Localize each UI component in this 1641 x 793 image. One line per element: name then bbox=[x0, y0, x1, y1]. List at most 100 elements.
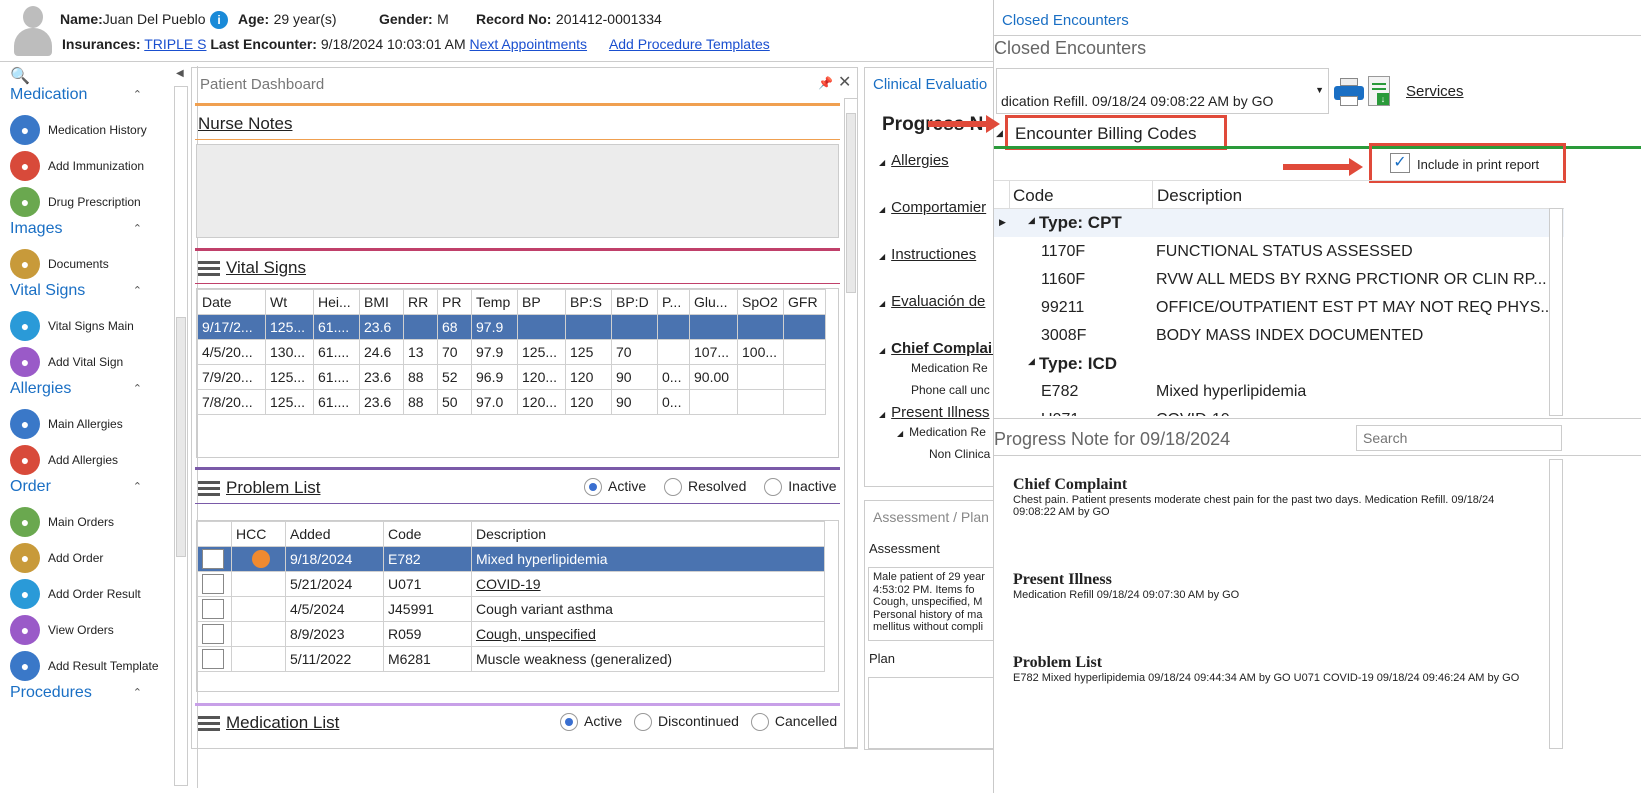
discontinued-radio[interactable] bbox=[634, 713, 653, 732]
notes-scrollbar[interactable] bbox=[1549, 459, 1563, 749]
cancelled-radio[interactable] bbox=[750, 713, 769, 732]
chevron-up-icon[interactable]: ⌃ bbox=[133, 480, 142, 493]
sidebar-section-images[interactable]: Images ⌃ bbox=[4, 220, 172, 246]
collapse-sidebar-icon[interactable]: ◀ bbox=[176, 68, 184, 79]
table-row[interactable]: 99211 OFFICE/OUTPATIENT EST PT MAY NOT RE… bbox=[994, 294, 1564, 322]
chevron-up-icon[interactable]: ⌃ bbox=[133, 222, 142, 235]
plan-box[interactable] bbox=[868, 677, 998, 749]
search-field[interactable] bbox=[1361, 427, 1557, 449]
present-sub-item[interactable]: ◢ Medication Re bbox=[879, 421, 998, 443]
clinical-section[interactable]: ◢ Allergies bbox=[879, 152, 998, 199]
table-row[interactable]: E782 Mixed hyperlipidemia bbox=[994, 378, 1564, 406]
row-checkbox[interactable] bbox=[197, 546, 232, 572]
chevron-up-icon[interactable]: ⌃ bbox=[133, 284, 142, 297]
vitals-column-header[interactable]: BP:S bbox=[565, 289, 612, 315]
sidebar-section-allergies[interactable]: Allergies ⌃ bbox=[4, 380, 172, 406]
close-icon[interactable]: ✕ bbox=[838, 72, 851, 92]
vitals-column-header[interactable]: Temp bbox=[471, 289, 518, 315]
vitals-column-header[interactable]: RR bbox=[403, 289, 438, 315]
vitals-column-header[interactable]: BP bbox=[517, 289, 566, 315]
sidebar-section-order[interactable]: Order ⌃ bbox=[4, 478, 172, 504]
vitals-column-header[interactable]: Hei... bbox=[313, 289, 360, 315]
description-column-header[interactable]: Description bbox=[1157, 186, 1242, 206]
inactive-radio[interactable] bbox=[764, 478, 783, 497]
chief-complaint-section[interactable]: ◢ Chief Complain bbox=[879, 340, 998, 357]
clinical-section[interactable]: ◢ Comportamier bbox=[879, 199, 998, 246]
sidebar-item-add-vital-sign[interactable]: ● Add Vital Sign bbox=[4, 344, 172, 380]
sidebar-scrollbar[interactable] bbox=[174, 86, 188, 786]
problem-column-header[interactable]: Added bbox=[285, 521, 384, 547]
table-row[interactable]: 3008F BODY MASS INDEX DOCUMENTED bbox=[994, 322, 1564, 350]
problem-column-header[interactable]: Description bbox=[471, 521, 825, 547]
vitals-column-header[interactable]: P... bbox=[657, 289, 690, 315]
table-row[interactable]: 4/5/20... 130... 61.... 24.6 13 70 97.9 125... 1… bbox=[197, 339, 826, 365]
expand-billing-icon[interactable]: ◢ bbox=[996, 128, 1003, 139]
sidebar-item-vital-signs-main[interactable]: ● Vital Signs Main bbox=[4, 308, 172, 344]
row-checkbox[interactable] bbox=[197, 621, 232, 647]
active-radio[interactable] bbox=[584, 478, 602, 497]
sidebar-item-add-order-result[interactable]: ● Add Order Result bbox=[4, 576, 172, 612]
table-row[interactable]: 8/9/2023 R059 Cough, unspecified bbox=[197, 621, 825, 647]
vitals-column-header[interactable]: BP:D bbox=[611, 289, 658, 315]
problem-column-header[interactable]: Code bbox=[383, 521, 472, 547]
table-row[interactable]: 1170F FUNCTIONAL STATUS ASSESSED bbox=[994, 238, 1564, 266]
sidebar-item-add-immunization[interactable]: ● Add Immunization bbox=[4, 148, 172, 184]
vitals-column-header[interactable]: GFR bbox=[783, 289, 826, 315]
vitals-column-header[interactable]: Glu... bbox=[689, 289, 738, 315]
sidebar-item-view-orders[interactable]: ● View Orders bbox=[4, 612, 172, 648]
sidebar-item-main-orders[interactable]: ● Main Orders bbox=[4, 504, 172, 540]
collapse-cpt-icon[interactable]: ◢ bbox=[1028, 215, 1035, 226]
sidebar-item-add-order[interactable]: ● Add Order bbox=[4, 540, 172, 576]
export-document-icon[interactable]: ↓ bbox=[1368, 76, 1390, 106]
info-icon[interactable]: i bbox=[210, 11, 228, 29]
present-illness-section[interactable]: ◢ Present Illness bbox=[879, 404, 998, 421]
table-row[interactable]: U071 COVID-19 bbox=[994, 406, 1564, 416]
vitals-column-header[interactable]: BMI bbox=[359, 289, 404, 315]
insurance-link[interactable]: TRIPLE S bbox=[144, 36, 206, 52]
table-row[interactable]: 7/9/20... 125... 61.... 23.6 88 52 96.9 120... 1… bbox=[197, 364, 826, 390]
clinical-section[interactable]: ◢ Instructiones bbox=[879, 246, 998, 293]
row-checkbox[interactable] bbox=[197, 646, 232, 672]
dashboard-scrollbar[interactable] bbox=[844, 98, 858, 748]
chevron-up-icon[interactable]: ⌃ bbox=[133, 382, 142, 395]
assessment-text[interactable]: Male patient of 29 year 4:53:02 PM. Items… bbox=[868, 567, 998, 641]
sidebar-item-medication-history[interactable]: ● Medication History bbox=[4, 112, 172, 148]
sidebar-item-documents[interactable]: ● Documents bbox=[4, 246, 172, 282]
table-row[interactable]: 9/17/2... 125... 61.... 23.6 68 97.9 bbox=[197, 314, 826, 340]
problem-column-header[interactable]: HCC bbox=[231, 521, 286, 547]
chevron-up-icon[interactable]: ⌃ bbox=[133, 88, 142, 101]
problem-list-menu-icon[interactable] bbox=[198, 480, 220, 497]
include-print-checkbox[interactable]: ✓ bbox=[1390, 153, 1410, 173]
vitals-column-header[interactable]: Wt bbox=[265, 289, 314, 315]
add-procedure-templates-link[interactable]: Add Procedure Templates bbox=[609, 36, 770, 52]
table-row[interactable]: 5/11/2022 M6281 Muscle weakness (generaliz… bbox=[197, 646, 825, 672]
sidebar-section-medication[interactable]: Medication ⌃ bbox=[4, 86, 172, 112]
row-checkbox[interactable] bbox=[197, 596, 232, 622]
pin-icon[interactable]: 📌 bbox=[818, 76, 833, 90]
next-appointments-link[interactable]: Next Appointments bbox=[470, 36, 588, 52]
sidebar-item-main-allergies[interactable]: ● Main Allergies bbox=[4, 406, 172, 442]
nurse-notes-box[interactable] bbox=[196, 144, 839, 238]
sidebar-item-drug-prescription[interactable]: ● Drug Prescription bbox=[4, 184, 172, 220]
row-checkbox[interactable] bbox=[197, 571, 232, 597]
vitals-column-header[interactable]: SpO2 bbox=[737, 289, 784, 315]
closed-encounters-tab[interactable]: Closed Encounters bbox=[1002, 12, 1129, 29]
chief-sub-item[interactable]: Medication Re bbox=[879, 357, 998, 379]
table-row[interactable]: 5/21/2024 U071 COVID-19 bbox=[197, 571, 825, 597]
table-row[interactable]: 9/18/2024 E782 Mixed hyperlipidemia bbox=[197, 546, 825, 572]
resolved-radio[interactable] bbox=[664, 478, 683, 497]
billing-scrollbar[interactable] bbox=[1549, 208, 1563, 416]
sidebar-section-vital-signs[interactable]: Vital Signs ⌃ bbox=[4, 282, 172, 308]
chief-sub-item[interactable]: Phone call unc bbox=[879, 379, 998, 401]
chevron-up-icon[interactable]: ⌃ bbox=[133, 686, 142, 699]
table-row[interactable]: 7/8/20... 125... 61.... 23.6 88 50 97.0 120... 1… bbox=[197, 389, 826, 415]
clinical-section[interactable]: ◢ Evaluación de bbox=[879, 293, 998, 340]
services-link[interactable]: Services bbox=[1406, 83, 1464, 100]
vitals-column-header[interactable]: Date bbox=[197, 289, 266, 315]
search-input[interactable] bbox=[1356, 425, 1562, 451]
table-row[interactable]: 4/5/2024 J45991 Cough variant asthma bbox=[197, 596, 825, 622]
sidebar-section-procedures[interactable]: Procedures ⌃ bbox=[4, 684, 172, 710]
vitals-column-header[interactable]: PR bbox=[437, 289, 472, 315]
medication-list-menu-icon[interactable] bbox=[198, 715, 220, 732]
sidebar-item-add-result-template[interactable]: ● Add Result Template bbox=[4, 648, 172, 684]
